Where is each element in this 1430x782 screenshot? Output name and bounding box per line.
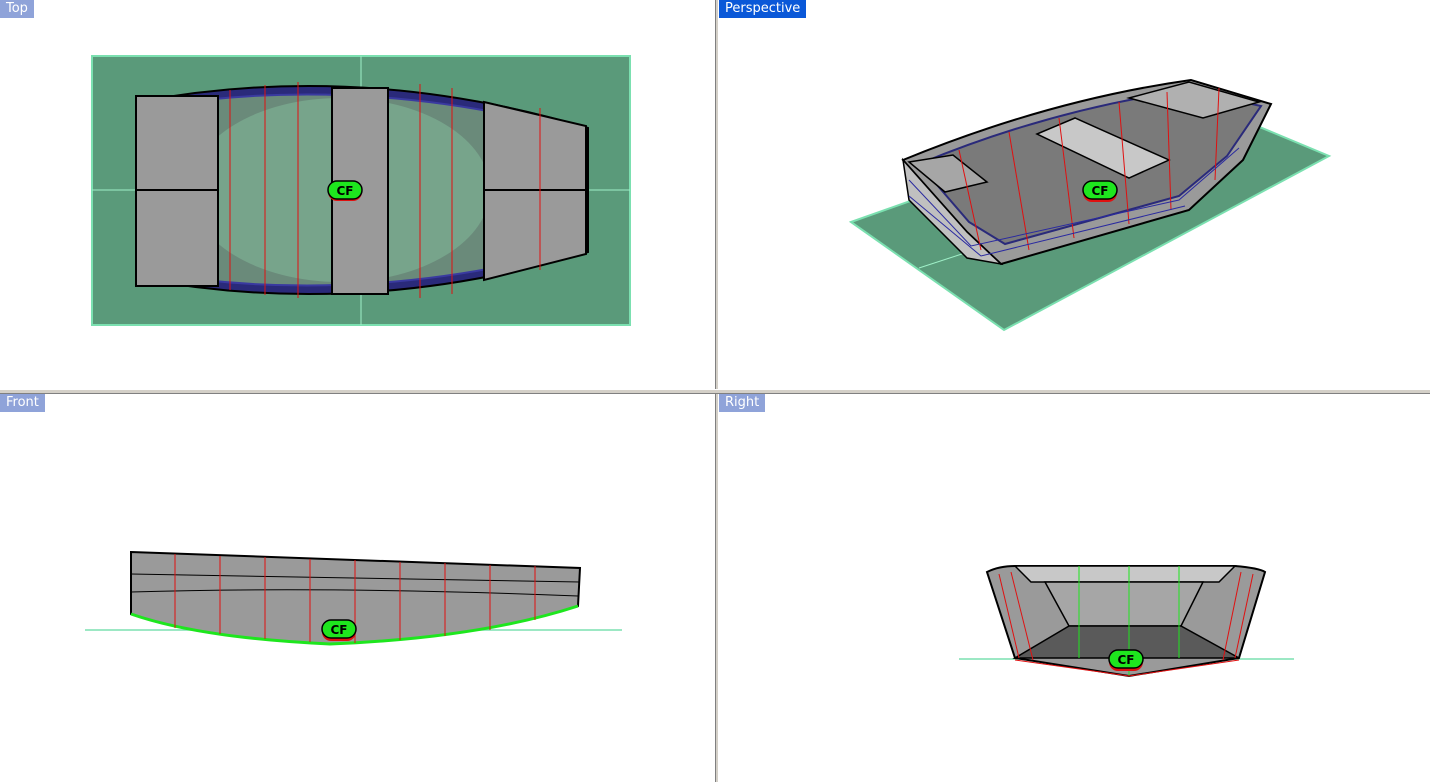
cf-marker-label: CF	[330, 623, 347, 637]
cf-marker-label: CF	[1117, 653, 1134, 667]
viewport-label-top[interactable]: Top	[0, 0, 34, 18]
cf-marker[interactable]: CF	[1082, 180, 1118, 202]
viewport-front[interactable]: CF Front	[0, 394, 715, 782]
gunwale	[1013, 565, 1237, 583]
viewport-perspective[interactable]: CF Perspective	[719, 0, 1430, 389]
front-view-canvas: CF	[85, 550, 622, 646]
cf-marker-label: CF	[336, 184, 353, 198]
cf-marker[interactable]: CF	[321, 619, 357, 641]
cf-marker[interactable]: CF	[1108, 649, 1144, 671]
viewport-label-front[interactable]: Front	[0, 394, 45, 412]
viewport-label-perspective[interactable]: Perspective	[719, 0, 807, 18]
perspective-view-canvas: CF	[848, 78, 1332, 332]
viewport-label-right[interactable]: Right	[719, 394, 766, 412]
right-view-canvas: CF	[959, 565, 1294, 678]
cf-marker-label: CF	[1091, 184, 1108, 198]
viewport-splitter-horizontal[interactable]	[0, 389, 1430, 394]
viewport-right[interactable]: CF Right	[719, 394, 1430, 782]
viewport-top[interactable]: CF Top	[0, 0, 715, 389]
cf-marker[interactable]: CF	[327, 180, 363, 201]
top-view-canvas: CF	[91, 55, 631, 326]
